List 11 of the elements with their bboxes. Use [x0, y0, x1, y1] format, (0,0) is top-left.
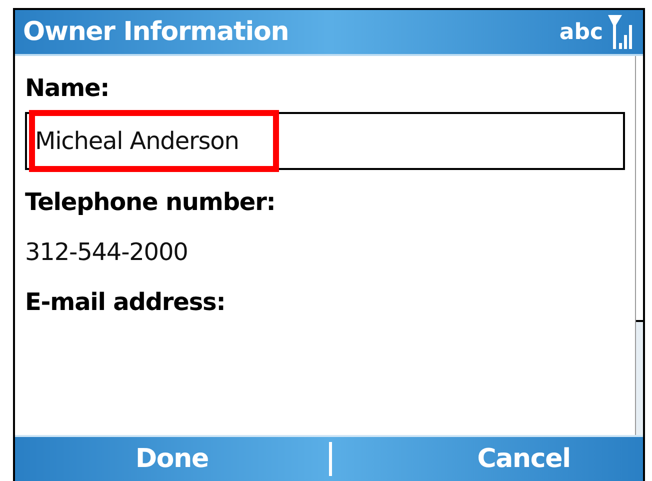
- name-input-field[interactable]: Micheal Anderson: [25, 112, 625, 170]
- input-mode-indicator: abc: [559, 18, 603, 46]
- softkey-button[interactable]: Done: [136, 440, 208, 478]
- softkey-button[interactable]: Cancel: [477, 440, 570, 478]
- field-value: 312-544-2000: [25, 237, 189, 268]
- signal-icon: [607, 13, 635, 51]
- field-value: Micheal Anderson: [35, 126, 239, 157]
- window-title: Owner Information: [23, 16, 289, 48]
- field-label: E-mail address:: [25, 287, 226, 318]
- field-label: Telephone number:: [25, 187, 276, 218]
- field-label: Name:: [25, 73, 110, 104]
